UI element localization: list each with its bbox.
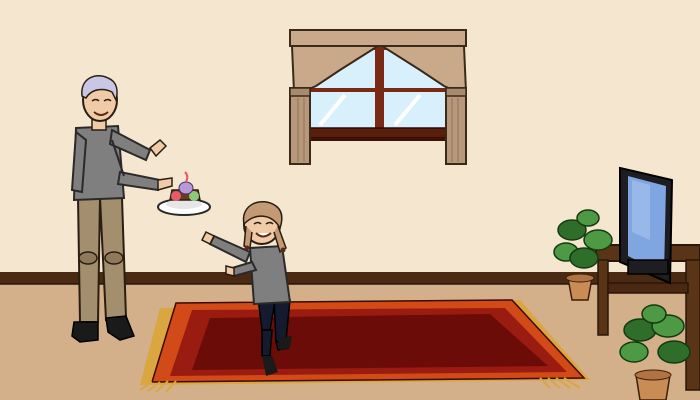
living-room-scene (0, 0, 700, 400)
tv (619, 166, 674, 285)
rug (139, 299, 590, 393)
scene-canvas (0, 0, 700, 400)
